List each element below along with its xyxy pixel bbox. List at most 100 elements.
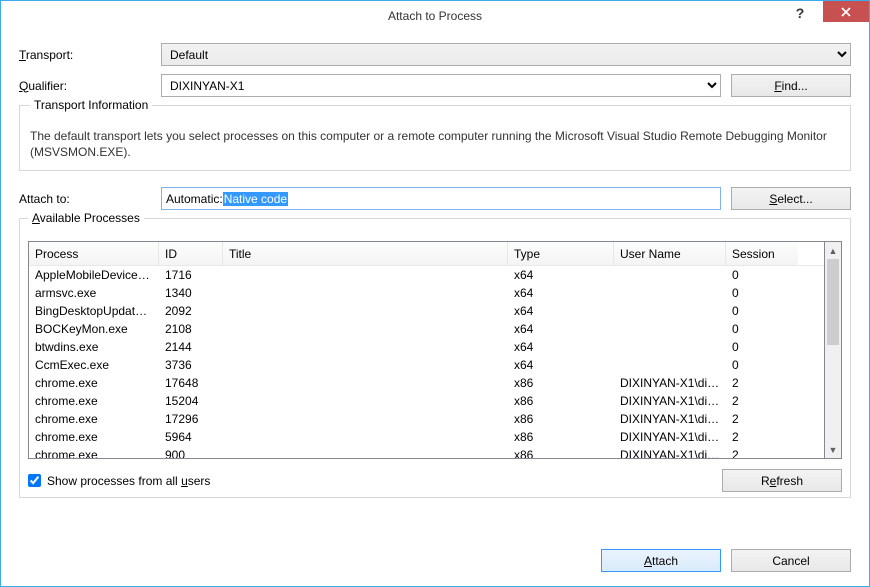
table-row[interactable]: armsvc.exe1340x640 <box>29 284 824 302</box>
refresh-button[interactable]: Refresh <box>722 469 842 492</box>
transport-label: Transport: <box>19 48 161 62</box>
transport-select[interactable]: Default <box>161 43 851 66</box>
cell-type: x64 <box>508 322 614 336</box>
cell-id: 1340 <box>159 286 223 300</box>
cancel-button[interactable]: Cancel <box>731 549 851 572</box>
attach-to-label: Attach to: <box>19 192 161 206</box>
cell-user: DIXINYAN-X1\dixin_... <box>614 376 726 390</box>
show-all-checkbox[interactable] <box>28 474 41 487</box>
cell-process: chrome.exe <box>29 412 159 426</box>
table-row[interactable]: chrome.exe5964 x86DIXINYAN-X1\dixin_...2 <box>29 428 824 446</box>
cell-session: 2 <box>726 430 798 444</box>
titlebar: Attach to Process ? <box>1 1 869 31</box>
select-button[interactable]: Select... <box>731 187 851 210</box>
cell-id: 2144 <box>159 340 223 354</box>
cell-process: chrome.exe <box>29 376 159 390</box>
dialog-content: Transport: Default Qualifier: DIXINYAN-X… <box>1 31 869 512</box>
qualifier-label: Qualifier: <box>19 79 161 93</box>
cell-session: 0 <box>726 304 798 318</box>
process-grid[interactable]: Process ID Title Type User Name Session … <box>28 241 825 459</box>
col-session[interactable]: Session <box>726 242 798 265</box>
col-type[interactable]: Type <box>508 242 614 265</box>
cell-id: 1716 <box>159 268 223 282</box>
cell-type: x86 <box>508 394 614 408</box>
close-icon[interactable] <box>823 1 869 22</box>
cell-type: x86 <box>508 448 614 458</box>
cell-id: 3736 <box>159 358 223 372</box>
attach-button[interactable]: Attach <box>601 549 721 572</box>
help-icon[interactable]: ? <box>777 1 823 25</box>
cell-session: 0 <box>726 268 798 282</box>
scroll-thumb[interactable] <box>827 259 839 345</box>
attach-to-field[interactable]: Automatic: Native code <box>161 187 721 210</box>
table-row[interactable]: chrome.exe900 x86DIXINYAN-X1\dixin_...2 <box>29 446 824 458</box>
table-row[interactable]: chrome.exe17648x86DIXINYAN-X1\dixin_...2 <box>29 374 824 392</box>
cell-process: chrome.exe <box>29 394 159 408</box>
table-row[interactable]: AppleMobileDeviceSe...1716x640 <box>29 266 824 284</box>
cell-process: btwdins.exe <box>29 340 159 354</box>
transport-info-group: Transport Information The default transp… <box>19 105 851 171</box>
cell-type: x64 <box>508 358 614 372</box>
cell-user: DIXINYAN-X1\dixin_... <box>614 430 726 444</box>
qualifier-row: Qualifier: DIXINYAN-X1 Find... <box>19 74 851 97</box>
cell-session: 2 <box>726 412 798 426</box>
table-row[interactable]: btwdins.exe2144 x64 0 <box>29 338 824 356</box>
process-grid-wrap: Process ID Title Type User Name Session … <box>28 241 842 459</box>
cell-type: x86 <box>508 430 614 444</box>
cell-session: 0 <box>726 286 798 300</box>
cell-session: 2 <box>726 376 798 390</box>
cell-session: 0 <box>726 358 798 372</box>
cell-id: 17296 <box>159 412 223 426</box>
cell-process: chrome.exe <box>29 430 159 444</box>
table-row[interactable]: CcmExec.exe3736x640 <box>29 356 824 374</box>
cell-process: chrome.exe <box>29 448 159 458</box>
cell-type: x64 <box>508 286 614 300</box>
transport-info-legend: Transport Information <box>30 98 152 112</box>
table-row[interactable]: chrome.exe17296x86DIXINYAN-X1\dixin_...2 <box>29 410 824 428</box>
qualifier-select[interactable]: DIXINYAN-X1 <box>161 74 721 97</box>
cell-type: x86 <box>508 376 614 390</box>
available-processes-group: Available Processes Process ID Title Typ… <box>19 218 851 498</box>
cell-id: 900 <box>159 448 223 458</box>
cell-user: DIXINYAN-X1\dixin_... <box>614 394 726 408</box>
col-user[interactable]: User Name <box>614 242 726 265</box>
show-all-label[interactable]: Show processes from all users <box>47 474 210 488</box>
table-row[interactable]: chrome.exe15204 x86DIXINYAN-X1\dixin_...2 <box>29 392 824 410</box>
cell-session: 0 <box>726 340 798 354</box>
scroll-up-icon[interactable]: ▲ <box>825 242 841 259</box>
attach-to-prefix: Automatic: <box>166 192 223 206</box>
show-all-row: Show processes from all users Refresh <box>28 469 842 492</box>
scroll-track[interactable] <box>825 259 841 441</box>
cell-process: BingDesktopUpdater.... <box>29 304 159 318</box>
find-button[interactable]: Find... <box>731 74 851 97</box>
col-process[interactable]: Process <box>29 242 159 265</box>
table-row[interactable]: BOCKeyMon.exe2108 x64 0 <box>29 320 824 338</box>
cell-type: x64 <box>508 268 614 282</box>
dialog-footer: Attach Cancel <box>601 549 851 572</box>
scrollbar-vertical[interactable]: ▲ ▼ <box>825 241 842 459</box>
cell-session: 2 <box>726 448 798 458</box>
cell-id: 2092 <box>159 304 223 318</box>
scroll-down-icon[interactable]: ▼ <box>825 441 841 458</box>
cell-session: 0 <box>726 322 798 336</box>
col-title[interactable]: Title <box>223 242 508 265</box>
transport-info-text: The default transport lets you select pr… <box>30 128 840 160</box>
cell-id: 2108 <box>159 322 223 336</box>
cell-id: 5964 <box>159 430 223 444</box>
table-row[interactable]: BingDesktopUpdater....2092 x64 0 <box>29 302 824 320</box>
cell-process: BOCKeyMon.exe <box>29 322 159 336</box>
cell-user: DIXINYAN-X1\dixin_... <box>614 448 726 458</box>
dialog-window: Attach to Process ? Transport: Default Q… <box>0 0 870 587</box>
cell-user: DIXINYAN-X1\dixin_... <box>614 412 726 426</box>
grid-body[interactable]: AppleMobileDeviceSe...1716x640armsvc.exe… <box>29 266 824 458</box>
available-processes-legend: Available Processes <box>28 211 144 225</box>
window-title: Attach to Process <box>1 9 869 23</box>
grid-header[interactable]: Process ID Title Type User Name Session <box>29 242 824 266</box>
cell-session: 2 <box>726 394 798 408</box>
col-id[interactable]: ID <box>159 242 223 265</box>
cell-type: x64 <box>508 304 614 318</box>
titlebar-buttons: ? <box>777 1 869 31</box>
cell-id: 15204 <box>159 394 223 408</box>
cell-type: x64 <box>508 340 614 354</box>
attach-to-row: Attach to: Automatic: Native code Select… <box>19 187 851 210</box>
